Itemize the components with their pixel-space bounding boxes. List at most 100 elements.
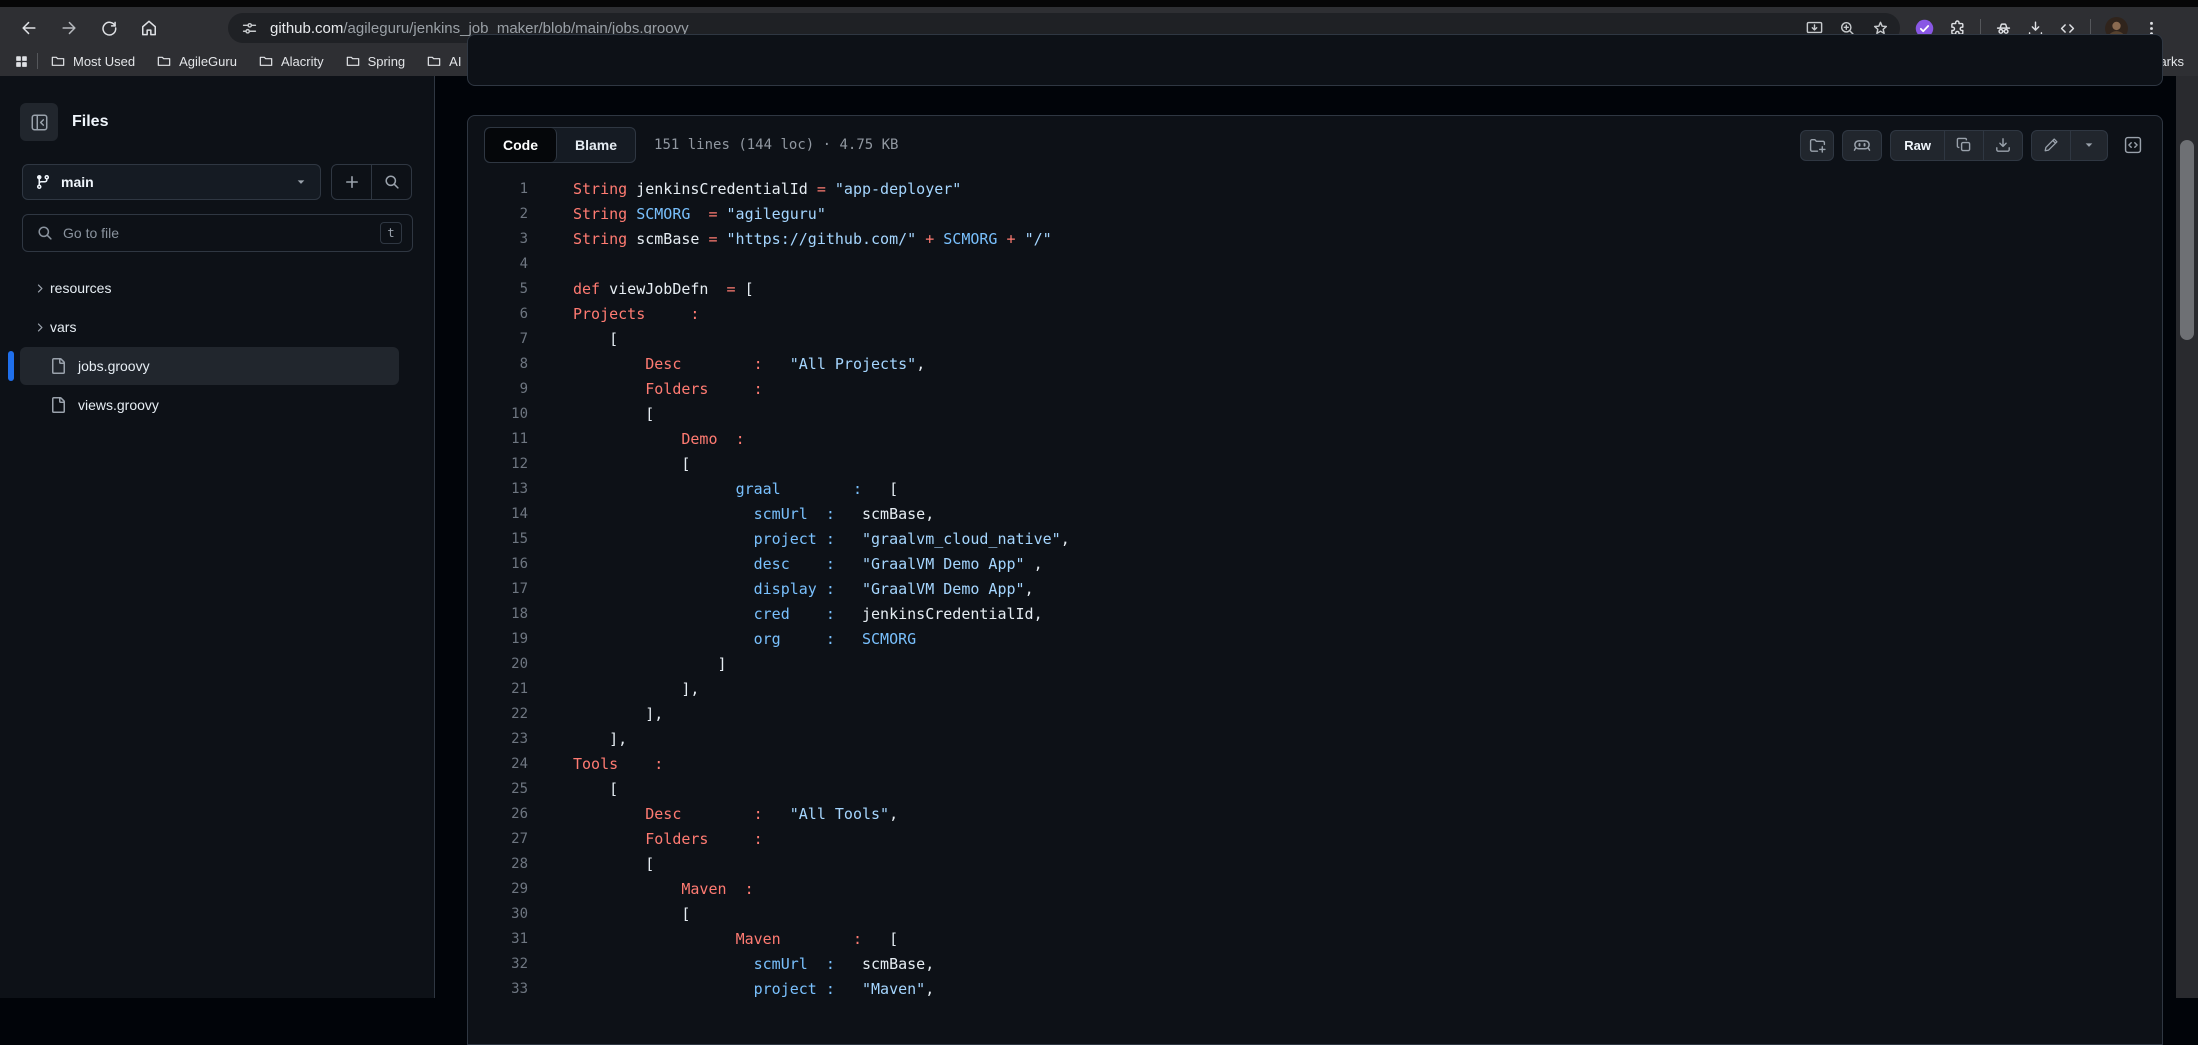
tree-item-label: vars — [50, 319, 76, 335]
symbols-panel-button[interactable] — [2116, 130, 2150, 161]
bookmark-item[interactable]: Most Used — [50, 53, 135, 69]
line-number[interactable]: 15 — [468, 527, 528, 552]
line-number[interactable]: 7 — [468, 327, 528, 352]
line-number[interactable]: 24 — [468, 752, 528, 777]
home-icon — [139, 18, 159, 38]
line-number[interactable]: 28 — [468, 852, 528, 877]
code-line: 28 [ — [468, 852, 2162, 877]
code-line-text: String SCMORG = "agileguru" — [573, 205, 826, 223]
tab-blame[interactable]: Blame — [557, 128, 635, 162]
copilot-icon — [1853, 136, 1871, 154]
code-blame-switch: Code Blame — [484, 127, 636, 163]
edit-options-button[interactable] — [2070, 131, 2107, 160]
code-line: 20 ] — [468, 652, 2162, 677]
browser-scrollbar[interactable] — [2176, 76, 2198, 998]
line-number[interactable]: 21 — [468, 677, 528, 702]
code-line: 4 — [468, 252, 2162, 277]
tree-item-resources[interactable]: resources — [20, 269, 399, 307]
window-top-edge — [0, 0, 2198, 7]
bookmark-item[interactable]: AI — [426, 53, 461, 69]
line-number[interactable]: 18 — [468, 602, 528, 627]
code-line-text: Folders : — [573, 380, 763, 398]
forward-button[interactable] — [52, 11, 86, 45]
download-raw-button[interactable] — [1983, 131, 2022, 160]
line-number[interactable]: 23 — [468, 727, 528, 752]
line-number[interactable]: 30 — [468, 902, 528, 927]
code-line-text: Maven : [ — [573, 930, 898, 948]
scrollbar-thumb[interactable] — [2180, 140, 2194, 340]
raw-button[interactable]: Raw — [1891, 138, 1944, 153]
code-line-text: String scmBase = "https://github.com/" +… — [573, 230, 1052, 248]
tab-code[interactable]: Code — [485, 128, 557, 162]
go-to-file-input[interactable]: Go to file t — [22, 214, 413, 252]
line-number[interactable]: 31 — [468, 927, 528, 952]
edit-file-button[interactable] — [2032, 131, 2070, 160]
chevron-right-icon[interactable] — [28, 321, 50, 334]
add-file-button[interactable] — [332, 165, 372, 199]
site-settings-button[interactable] — [236, 15, 262, 41]
code-line: 7 [ — [468, 327, 2162, 352]
line-number[interactable]: 32 — [468, 952, 528, 977]
line-number[interactable]: 17 — [468, 577, 528, 602]
line-number[interactable]: 27 — [468, 827, 528, 852]
line-number[interactable]: 10 — [468, 402, 528, 427]
tree-item-jobs-groovy[interactable]: jobs.groovy — [20, 347, 399, 385]
line-number[interactable]: 5 — [468, 277, 528, 302]
tree-item-views-groovy[interactable]: views.groovy — [20, 386, 399, 424]
code-line-text: ], — [573, 730, 627, 748]
line-number[interactable]: 6 — [468, 302, 528, 327]
open-workspace-button[interactable] — [1800, 130, 1834, 161]
raw-button-group: Raw — [1890, 130, 2023, 161]
line-number[interactable]: 1 — [468, 177, 528, 202]
side-panel-icon — [31, 114, 48, 131]
forward-icon — [59, 18, 79, 38]
line-number[interactable]: 22 — [468, 702, 528, 727]
line-number[interactable]: 4 — [468, 252, 528, 277]
bookmark-item[interactable]: Alacrity — [258, 53, 324, 69]
line-number[interactable]: 2 — [468, 202, 528, 227]
line-number[interactable]: 25 — [468, 777, 528, 802]
collapse-sidebar-button[interactable] — [20, 103, 58, 141]
code-line-text: org : SCMORG — [573, 630, 916, 648]
file-tree: resources vars jobs.groovyviews.groovy — [0, 268, 434, 425]
code-line: 14 scmUrl : scmBase, — [468, 502, 2162, 527]
bookmark-label: AI — [449, 54, 461, 69]
code-line: 17 display : "GraalVM Demo App", — [468, 577, 2162, 602]
code-line-text: project : "Maven", — [573, 980, 934, 998]
bookmark-item[interactable]: Spring — [345, 53, 406, 69]
chevron-down-icon — [294, 175, 308, 189]
code-line-text: [ — [573, 780, 618, 798]
line-number[interactable]: 14 — [468, 502, 528, 527]
code-line: 8 Desc : "All Projects", — [468, 352, 2162, 377]
code-line: 15 project : "graalvm_cloud_native", — [468, 527, 2162, 552]
copilot-button[interactable] — [1842, 130, 1882, 161]
tree-item-vars[interactable]: vars — [20, 308, 399, 346]
line-number[interactable]: 3 — [468, 227, 528, 252]
apps-grid-icon[interactable] — [14, 54, 29, 69]
line-number[interactable]: 33 — [468, 977, 528, 1002]
bookmark-item[interactable]: AgileGuru — [156, 53, 237, 69]
chevron-right-icon[interactable] — [28, 282, 50, 295]
home-button[interactable] — [132, 11, 166, 45]
line-number[interactable]: 19 — [468, 627, 528, 652]
branch-selector[interactable]: main — [22, 164, 321, 200]
code-line: 29 Maven : — [468, 877, 2162, 902]
search-code-button[interactable] — [371, 165, 411, 199]
code-line: 2 String SCMORG = "agileguru" — [468, 202, 2162, 227]
code-line-text: Demo : — [573, 430, 745, 448]
line-number[interactable]: 8 — [468, 352, 528, 377]
line-number[interactable]: 12 — [468, 452, 528, 477]
url-host: github.com — [270, 20, 343, 37]
code-line: 16 desc : "GraalVM Demo App" , — [468, 552, 2162, 577]
line-number[interactable]: 9 — [468, 377, 528, 402]
code-line-text: Maven : — [573, 880, 754, 898]
line-number[interactable]: 16 — [468, 552, 528, 577]
line-number[interactable]: 26 — [468, 802, 528, 827]
line-number[interactable]: 11 — [468, 427, 528, 452]
line-number[interactable]: 20 — [468, 652, 528, 677]
line-number[interactable]: 13 — [468, 477, 528, 502]
line-number[interactable]: 29 — [468, 877, 528, 902]
copy-raw-button[interactable] — [1944, 131, 1983, 160]
back-button[interactable] — [12, 11, 46, 45]
reload-button[interactable] — [92, 11, 126, 45]
